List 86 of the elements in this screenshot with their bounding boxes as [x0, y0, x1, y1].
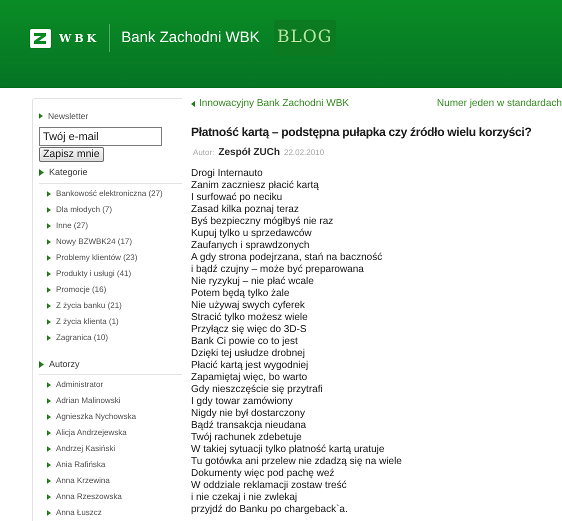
section-heading: Autorzy — [49, 358, 80, 371]
sidebar-link[interactable]: Z życia banku (21) — [56, 300, 122, 312]
bullet-icon — [47, 238, 51, 244]
sidebar-link[interactable]: Problemy klientów (23) — [56, 252, 138, 264]
sidebar-link[interactable]: Nowy BZWBK24 (17) — [56, 236, 132, 248]
bullet-icon — [47, 206, 51, 212]
poem-line: i nie czekaj i nie zwlekaj — [191, 492, 298, 504]
poem-line: Nigdy nie był dostarczony — [191, 408, 306, 420]
bullet-icon — [39, 113, 43, 119]
sidebar-link[interactable]: Andrzej Kasiński — [56, 443, 116, 455]
poem-line: I gdy towar zamówiony — [191, 396, 294, 408]
poem-line: Drogi Internauto — [191, 168, 264, 180]
section-heading: Kategorie — [49, 166, 88, 179]
poem-line: Tu gotówka ani przelew nie zdadzą się na wiele — [191, 456, 403, 468]
bullet-icon — [47, 478, 51, 484]
bullet-icon — [47, 302, 51, 308]
poem-line: i bądź czujny – może być preparowana — [191, 264, 365, 276]
sidebar-link[interactable]: Anna Łuszcz — [56, 507, 102, 519]
poem-line: Stracić tylko możesz wiele — [191, 312, 309, 324]
poem-line: Zasad kilka poznaj teraz — [191, 204, 300, 216]
sidebar-link[interactable]: Anna Krzewina — [56, 475, 110, 487]
sidebar-link[interactable]: Produkty i usługi (41) — [56, 268, 132, 280]
logo-text: WBK — [59, 32, 100, 44]
poem-line: Byś bezpieczny mógłbyś nie raz — [191, 216, 334, 228]
sidebar-link[interactable]: Zagranica (10) — [56, 332, 108, 344]
previous-post-link[interactable]: Innowacyjny Bank Zachodni WBK — [191, 96, 350, 111]
sidebar-link[interactable]: Administrator — [56, 379, 104, 391]
poem-line: Zanim zaczniesz płacić kartą — [191, 180, 320, 192]
poem-line: Bądź transakcja nieudana — [191, 420, 308, 432]
bullet-icon — [47, 494, 51, 500]
poem-line: Gdy nieszczęście się przytrafi — [191, 384, 324, 396]
poem-line: W takiej sytuacji tylko płatność kartą uratuje — [191, 444, 386, 456]
bullet-icon — [47, 430, 51, 436]
sidebar-link[interactable]: Anna Rzeszowska — [56, 491, 122, 503]
email-field[interactable]: Twój e-mail — [39, 127, 162, 146]
poem-line: przyjdź do Banku po chargeback`a. — [191, 504, 349, 516]
bullet-icon — [47, 462, 51, 468]
author-name: Zespół ZUCh — [218, 146, 280, 160]
post-date: 22.02.2010 — [284, 147, 324, 159]
bullet-icon — [47, 190, 51, 196]
bullet-icon — [47, 510, 51, 516]
poem-line: A gdy strona podejrzana, stań na baczność — [191, 252, 384, 264]
poem-line: Nie ryzykuj – nie płać wcale — [191, 276, 315, 288]
bullet-icon — [47, 446, 51, 452]
sidebar-link[interactable]: Dla młodych (7) — [56, 204, 112, 216]
bullet-icon — [47, 222, 51, 228]
blog-label: BLOG — [276, 26, 332, 50]
bank-name: Bank Zachodni WBK — [121, 28, 260, 48]
poem-line: Kupuj tylko u sprzedawców — [191, 228, 313, 240]
sidebar-link[interactable]: Inne (27) — [56, 220, 88, 232]
bullet-icon — [47, 270, 51, 276]
poem-line: Płacić kartą jest wygodniej — [191, 360, 310, 372]
poem-line: Przyłącz się więc do 3D-S — [191, 324, 308, 336]
bullet-icon — [47, 254, 51, 260]
poem-line: I surfować po neciku — [191, 192, 284, 204]
poem-line: Zapamiętaj więc, bo warto — [191, 372, 308, 384]
sidebar-link[interactable]: Promocje (16) — [56, 284, 106, 296]
sidebar-link[interactable]: Alicja Andrzejewska — [56, 427, 127, 439]
poem-line: Bank Ci powie co to jest — [191, 336, 299, 348]
sidebar-link[interactable]: Z życia klienta (1) — [56, 316, 119, 328]
post-title: Płatność kartą – podstępna pułapka czy źródło wielu korzyści? — [191, 124, 532, 141]
section-heading: Newsletter — [48, 110, 88, 122]
subscribe-button[interactable]: Zapisz mnie — [39, 147, 104, 162]
poem-line: Dzięki tej usłudze drobnej — [191, 348, 306, 360]
poem-line: Twój rachunek zdebetuje — [191, 432, 303, 444]
bullet-icon — [39, 169, 44, 176]
poem-line: W oddziale reklamacji zostaw treść — [191, 480, 348, 492]
poem-line: Dokumenty więc pod pachę weź — [191, 468, 336, 480]
poem-line: Zaufanych i sprawdzonych — [191, 240, 310, 252]
sidebar-link[interactable]: Agnieszka Nychowska — [56, 411, 136, 423]
bullet-icon — [47, 286, 51, 292]
bullet-icon — [39, 360, 44, 368]
sidebar-link[interactable]: Ania Rafińska — [56, 459, 106, 471]
author-label: Autor: — [193, 147, 214, 159]
bullet-icon — [47, 382, 51, 388]
sidebar-link[interactable]: Bankowość elektroniczna (27) — [56, 188, 163, 200]
next-post-link[interactable]: Numer jeden w standardach — [436, 96, 562, 111]
previous-arrow-icon — [191, 100, 195, 106]
bullet-icon — [47, 414, 51, 420]
bullet-icon — [47, 318, 51, 324]
bullet-icon — [47, 334, 51, 340]
bullet-icon — [47, 398, 51, 404]
logo-icon — [30, 28, 51, 48]
sidebar-link[interactable]: Adrian Malinowski — [56, 395, 120, 407]
poem-line: Potem będą tylko żale — [191, 288, 290, 300]
poem-line: Nie używaj swych cyferek — [191, 300, 306, 312]
